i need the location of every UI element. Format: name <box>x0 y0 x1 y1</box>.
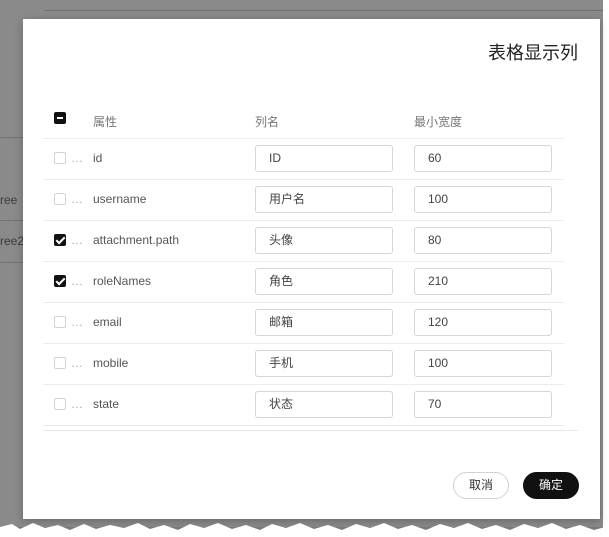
cancel-button[interactable]: 取消 <box>453 472 509 499</box>
table-row: … username 用户名 100 <box>43 179 564 221</box>
table-row: … id ID 60 <box>43 138 564 180</box>
column-name-input[interactable]: 角色 <box>255 268 393 295</box>
ellipsis: … <box>71 192 83 206</box>
background-divider <box>0 262 23 263</box>
ellipsis: … <box>71 233 83 247</box>
min-width-input[interactable]: 100 <box>414 186 552 213</box>
column-name-input[interactable]: 头像 <box>255 227 393 254</box>
dialog-divider <box>43 430 578 431</box>
ellipsis: … <box>71 274 83 288</box>
ellipsis: … <box>71 397 83 411</box>
table-header: 属性 列名 最小宽度 <box>43 105 564 139</box>
ellipsis: … <box>71 151 83 165</box>
min-width-input[interactable]: 100 <box>414 350 552 377</box>
table-row: … mobile 手机 100 <box>43 343 564 385</box>
header-column-name: 列名 <box>255 115 280 129</box>
row-checkbox[interactable] <box>54 357 66 369</box>
min-width-input[interactable]: 210 <box>414 268 552 295</box>
confirm-button[interactable]: 确定 <box>523 472 579 499</box>
ellipsis: … <box>71 315 83 329</box>
background-divider <box>0 220 23 221</box>
dialog-title: 表格显示列 <box>488 43 578 63</box>
property-name: attachment.path <box>93 233 180 247</box>
column-name-input[interactable]: 状态 <box>255 391 393 418</box>
table-row: … email 邮箱 120 <box>43 302 564 344</box>
select-all-checkbox[interactable] <box>54 112 66 124</box>
row-checkbox[interactable] <box>54 193 66 205</box>
header-attribute: 属性 <box>93 115 118 129</box>
column-name-input[interactable]: 邮箱 <box>255 309 393 336</box>
ellipsis: … <box>71 356 83 370</box>
property-name: mobile <box>93 356 129 370</box>
property-name: roleNames <box>93 274 152 288</box>
row-checkbox[interactable] <box>54 316 66 328</box>
property-name: username <box>93 192 147 206</box>
table-row: … roleNames 角色 210 <box>43 261 564 303</box>
torn-paper-edge <box>0 523 609 537</box>
min-width-input[interactable]: 60 <box>414 145 552 172</box>
column-settings-dialog: 表格显示列 属性 列名 最小宽度 … id ID 60 … username 用… <box>23 19 600 519</box>
table-row: … attachment.path 头像 80 <box>43 220 564 262</box>
min-width-input[interactable]: 80 <box>414 227 552 254</box>
header-min-width: 最小宽度 <box>414 115 463 129</box>
property-name: id <box>93 151 103 165</box>
background-divider <box>0 137 23 138</box>
column-name-input[interactable]: 用户名 <box>255 186 393 213</box>
column-name-input[interactable]: 手机 <box>255 350 393 377</box>
row-checkbox[interactable] <box>54 234 66 246</box>
background-topbar <box>44 0 603 11</box>
min-width-input[interactable]: 70 <box>414 391 552 418</box>
property-name: email <box>93 315 122 329</box>
row-checkbox[interactable] <box>54 275 66 287</box>
property-name: state <box>93 397 120 411</box>
table-row: … state 状态 70 <box>43 384 564 426</box>
min-width-input[interactable]: 120 <box>414 309 552 336</box>
background-edge <box>603 0 609 537</box>
row-checkbox[interactable] <box>54 398 66 410</box>
background-cell: ree2 <box>0 234 25 248</box>
row-checkbox[interactable] <box>54 152 66 164</box>
column-name-input[interactable]: ID <box>255 145 393 172</box>
background-cell: ree <box>0 193 18 207</box>
